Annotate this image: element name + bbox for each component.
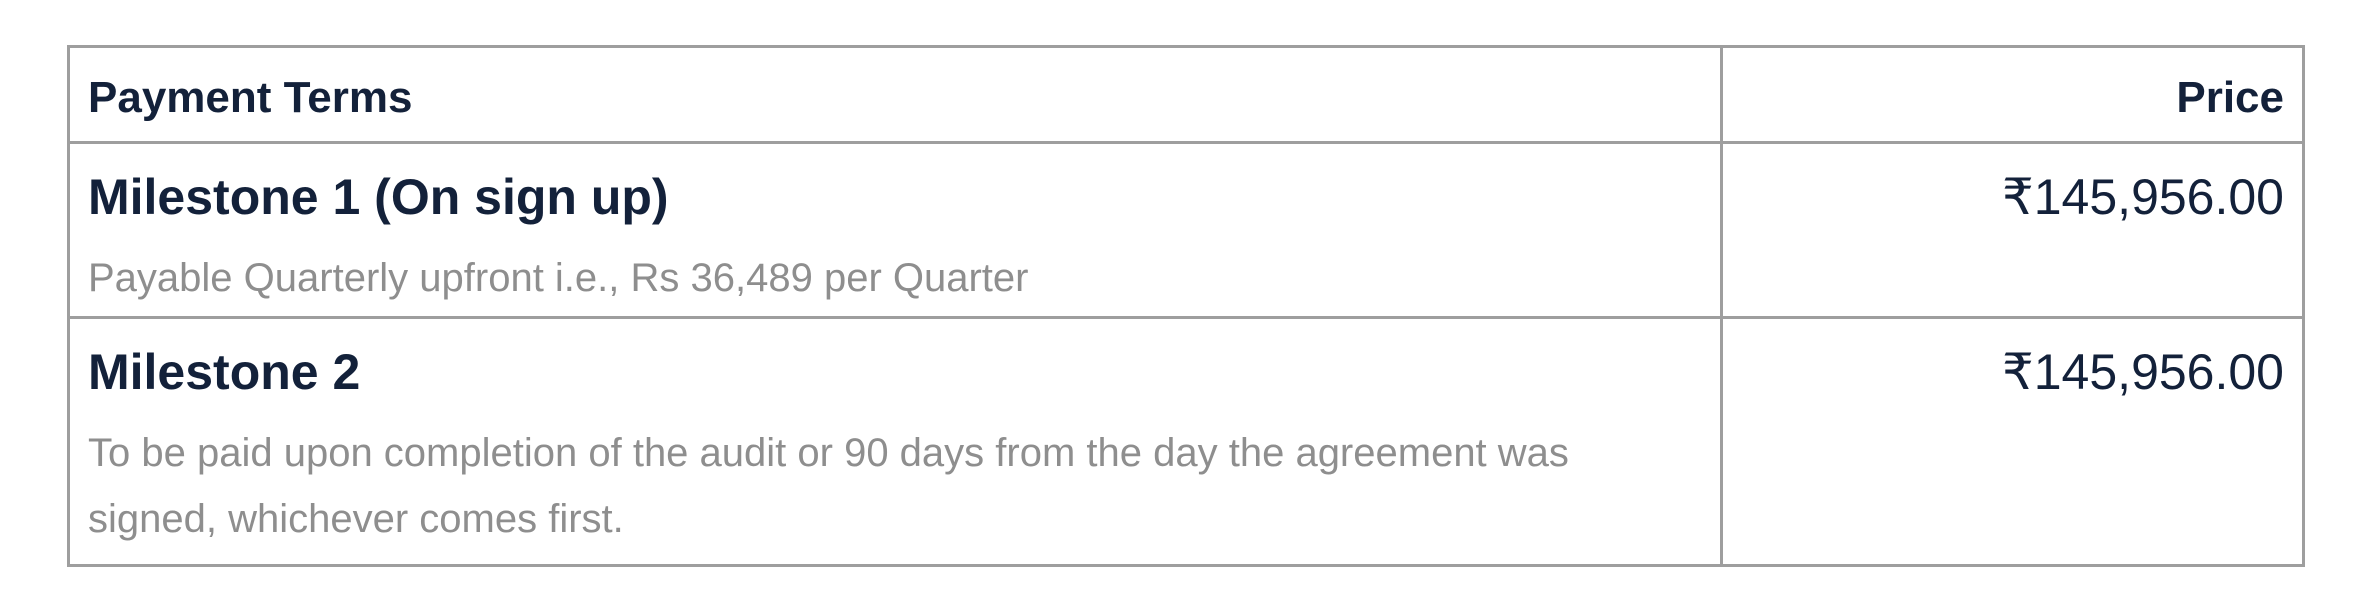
header-price: Price bbox=[1720, 45, 2305, 144]
table-row: Milestone 1 (On sign up) Payable Quarter… bbox=[67, 141, 2305, 319]
header-payment-terms: Payment Terms bbox=[67, 45, 1723, 144]
milestone-description: To be paid upon completion of the audit … bbox=[88, 431, 1569, 541]
milestone-title: Milestone 1 (On sign up) bbox=[88, 169, 669, 225]
milestone-description: Payable Quarterly upfront i.e., Rs 36,48… bbox=[88, 256, 1029, 300]
table-row: Milestone 2 To be paid upon completion o… bbox=[67, 316, 2305, 567]
payment-terms-table: Payment Terms Price Milestone 1 (On sign… bbox=[67, 45, 2305, 567]
milestone-price: ₹145,956.00 bbox=[2001, 344, 2284, 400]
milestone-price-cell: ₹145,956.00 bbox=[1720, 141, 2305, 319]
milestone-terms-cell: Milestone 1 (On sign up) Payable Quarter… bbox=[67, 141, 1723, 319]
milestone-price: ₹145,956.00 bbox=[2001, 169, 2284, 225]
table-header-row: Payment Terms Price bbox=[67, 45, 2305, 144]
milestone-price-cell: ₹145,956.00 bbox=[1720, 316, 2305, 567]
milestone-terms-cell: Milestone 2 To be paid upon completion o… bbox=[67, 316, 1723, 567]
milestone-title: Milestone 2 bbox=[88, 344, 361, 400]
header-price-label: Price bbox=[2176, 73, 2284, 122]
header-payment-terms-label: Payment Terms bbox=[88, 73, 413, 122]
